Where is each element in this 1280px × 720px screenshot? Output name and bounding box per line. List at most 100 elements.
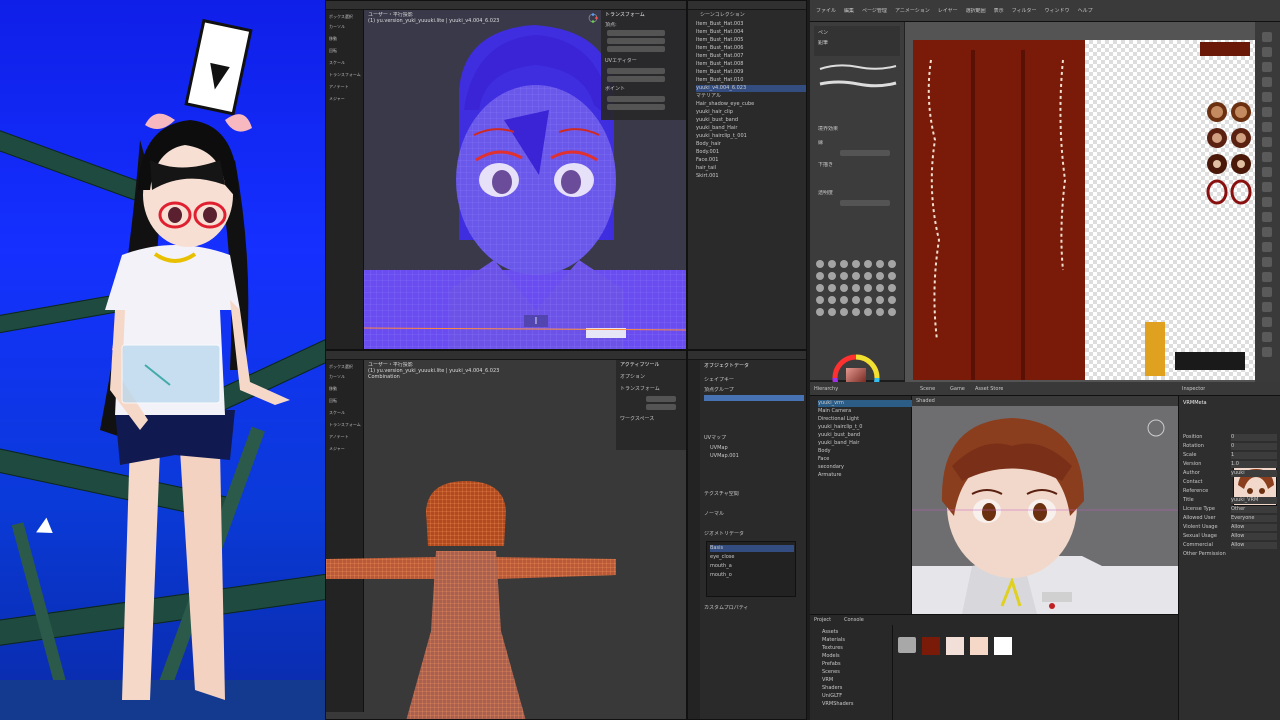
uvmap-item[interactable]: UVMap.001 bbox=[710, 453, 739, 460]
prop-field[interactable] bbox=[840, 150, 890, 156]
layer-prop[interactable]: 下描き bbox=[818, 162, 833, 169]
toolbar-icon[interactable] bbox=[1262, 32, 1272, 42]
unity-scene-view[interactable]: Shaded bbox=[912, 396, 1178, 614]
coord-field[interactable] bbox=[607, 38, 665, 44]
brush-preset-icon[interactable] bbox=[840, 308, 848, 316]
tool-item[interactable]: ボックス選択 bbox=[329, 14, 353, 21]
brush-preset-icon[interactable] bbox=[816, 260, 824, 268]
vrm-viewer-scene[interactable] bbox=[0, 0, 325, 720]
list-item[interactable]: VRM bbox=[822, 677, 892, 684]
unity-tab[interactable]: Inspector bbox=[1182, 386, 1205, 393]
list-item[interactable]: Scenes bbox=[822, 669, 892, 676]
properties-tabs[interactable] bbox=[688, 360, 700, 719]
brush-preset-icon[interactable] bbox=[840, 272, 848, 280]
clipstudio-right-toolbar[interactable] bbox=[1255, 22, 1280, 382]
brush-preset-icon[interactable] bbox=[828, 284, 836, 292]
toolbar-icon[interactable] bbox=[1262, 152, 1272, 162]
brush-preset-icon[interactable] bbox=[864, 272, 872, 280]
coord-field[interactable] bbox=[607, 30, 665, 36]
inspector-field-value[interactable]: yuuki bbox=[1231, 470, 1277, 477]
toolbar-icon[interactable] bbox=[1262, 317, 1272, 327]
list-item[interactable]: Body bbox=[818, 448, 920, 455]
option-field[interactable] bbox=[646, 396, 676, 402]
menu-item[interactable]: 編集 bbox=[844, 8, 854, 16]
tool-item[interactable]: アノテート bbox=[329, 434, 349, 441]
list-item[interactable]: Models bbox=[822, 653, 892, 660]
coord-field[interactable] bbox=[607, 68, 665, 74]
brush-stroke-preview[interactable] bbox=[818, 78, 898, 88]
inspector-field-value[interactable]: Everyone bbox=[1231, 515, 1277, 522]
texture-thumb[interactable] bbox=[994, 637, 1012, 655]
brush-preset-icon[interactable] bbox=[864, 260, 872, 268]
blender-viewport-top[interactable]: ボックス選択 カーソル 移動 回転 スケール トランスフォーム アノテート メジ… bbox=[325, 0, 687, 350]
unity-tab[interactable]: Scene bbox=[920, 386, 935, 393]
brush-preset-icon[interactable] bbox=[852, 296, 860, 304]
brush-preset-icon[interactable] bbox=[852, 308, 860, 316]
list-item[interactable]: Item_Bust_Hat.006 bbox=[696, 45, 806, 52]
scene-mode[interactable]: Shaded bbox=[916, 398, 935, 405]
section-label[interactable]: カスタムプロパティ bbox=[704, 605, 748, 612]
brush-preset-icon[interactable] bbox=[876, 284, 884, 292]
navigation-gizmo-icon[interactable] bbox=[588, 13, 598, 23]
toolbar-icon[interactable] bbox=[1262, 347, 1272, 357]
menu-item[interactable]: 選択範囲 bbox=[966, 8, 986, 16]
shape-key-item[interactable]: eye_close bbox=[710, 554, 735, 561]
tool-item[interactable]: カーソル bbox=[329, 374, 345, 381]
tool-item[interactable]: スケール bbox=[329, 410, 345, 417]
brush-preset-icon[interactable] bbox=[888, 284, 896, 292]
project-tab[interactable]: Console bbox=[844, 617, 864, 624]
brush-preset-icon[interactable] bbox=[816, 308, 824, 316]
unity-inspector[interactable]: VRMMeta Position 0 Rotation 0 Scale 1 Version 1… bbox=[1178, 396, 1280, 720]
scene-gizmo-icon[interactable] bbox=[1148, 418, 1164, 434]
tool-item[interactable]: トランスフォーム bbox=[329, 72, 361, 79]
toolbar-icon[interactable] bbox=[1262, 287, 1272, 297]
list-item[interactable]: yuuki_band_Hair bbox=[696, 125, 806, 132]
brush-preset-icon[interactable] bbox=[828, 260, 836, 268]
layer-prop[interactable]: 境界効果 bbox=[818, 126, 838, 133]
section-label[interactable]: テクスチャ空間 bbox=[704, 491, 739, 498]
list-item[interactable]: Item_Bust_Hat.003 bbox=[696, 21, 806, 28]
subtool-item[interactable]: ペン bbox=[818, 30, 828, 37]
brush-preset-icon[interactable] bbox=[864, 296, 872, 304]
toolbar-icon[interactable] bbox=[1262, 197, 1272, 207]
brush-preset-icon[interactable] bbox=[816, 272, 824, 280]
toolbar-icon[interactable] bbox=[1262, 77, 1272, 87]
list-item[interactable]: Face bbox=[818, 456, 920, 463]
list-item[interactable]: Main Camera bbox=[818, 408, 920, 415]
brush-grid[interactable] bbox=[816, 260, 900, 320]
unity-project-window[interactable]: Project Console Assets Materials Textures M… bbox=[810, 614, 1178, 720]
list-item[interactable]: Face.001 bbox=[696, 157, 806, 164]
tool-item[interactable]: カーソル bbox=[329, 24, 345, 31]
folder-icon[interactable] bbox=[898, 637, 916, 653]
tool-item[interactable]: 移動 bbox=[329, 36, 337, 43]
uvmap-item[interactable]: UVMap bbox=[710, 445, 728, 452]
list-item[interactable]: Prefabs bbox=[822, 661, 892, 668]
texture-thumb[interactable] bbox=[946, 637, 964, 655]
list-item[interactable]: Body_hair bbox=[696, 141, 806, 148]
brush-preset-icon[interactable] bbox=[876, 272, 884, 280]
project-tab[interactable]: Project bbox=[814, 617, 831, 624]
list-item[interactable]: Body.001 bbox=[696, 149, 806, 156]
coord-field[interactable] bbox=[607, 104, 665, 110]
list-item[interactable]: hair_tail bbox=[696, 165, 806, 172]
list-item[interactable]: Item_Bust_Hat.010 bbox=[696, 77, 806, 84]
unity-hierarchy[interactable]: yuuki_vrm Main Camera Directional Light yuu… bbox=[810, 396, 920, 614]
tool-item[interactable]: 移動 bbox=[329, 386, 337, 393]
list-item[interactable]: Shaders bbox=[822, 685, 892, 692]
brush-preset-icon[interactable] bbox=[864, 284, 872, 292]
list-item[interactable]: Directional Light bbox=[818, 416, 920, 423]
tool-item[interactable]: トランスフォーム bbox=[329, 422, 361, 429]
list-item[interactable]: Item_Bust_Hat.004 bbox=[696, 29, 806, 36]
list-item[interactable]: yuuki_bust_band bbox=[696, 117, 806, 124]
toolbar-icon[interactable] bbox=[1262, 212, 1272, 222]
tool-item[interactable]: メジャー bbox=[329, 96, 345, 103]
list-item[interactable]: Hair_shadow_eye_cube bbox=[696, 101, 806, 108]
list-item[interactable]: Item_Bust_Hat.007 bbox=[696, 53, 806, 60]
list-item[interactable]: yuuki_hairclip_t_0 bbox=[818, 424, 920, 431]
list-item[interactable]: Item_Bust_Hat.009 bbox=[696, 69, 806, 76]
list-item[interactable]: yuuki_band_Hair bbox=[818, 440, 920, 447]
toolbar-icon[interactable] bbox=[1262, 227, 1272, 237]
section-label[interactable]: 頂点グループ bbox=[704, 387, 734, 394]
texture-thumb[interactable] bbox=[922, 637, 940, 655]
menu-item[interactable]: フィルター bbox=[1012, 8, 1037, 16]
